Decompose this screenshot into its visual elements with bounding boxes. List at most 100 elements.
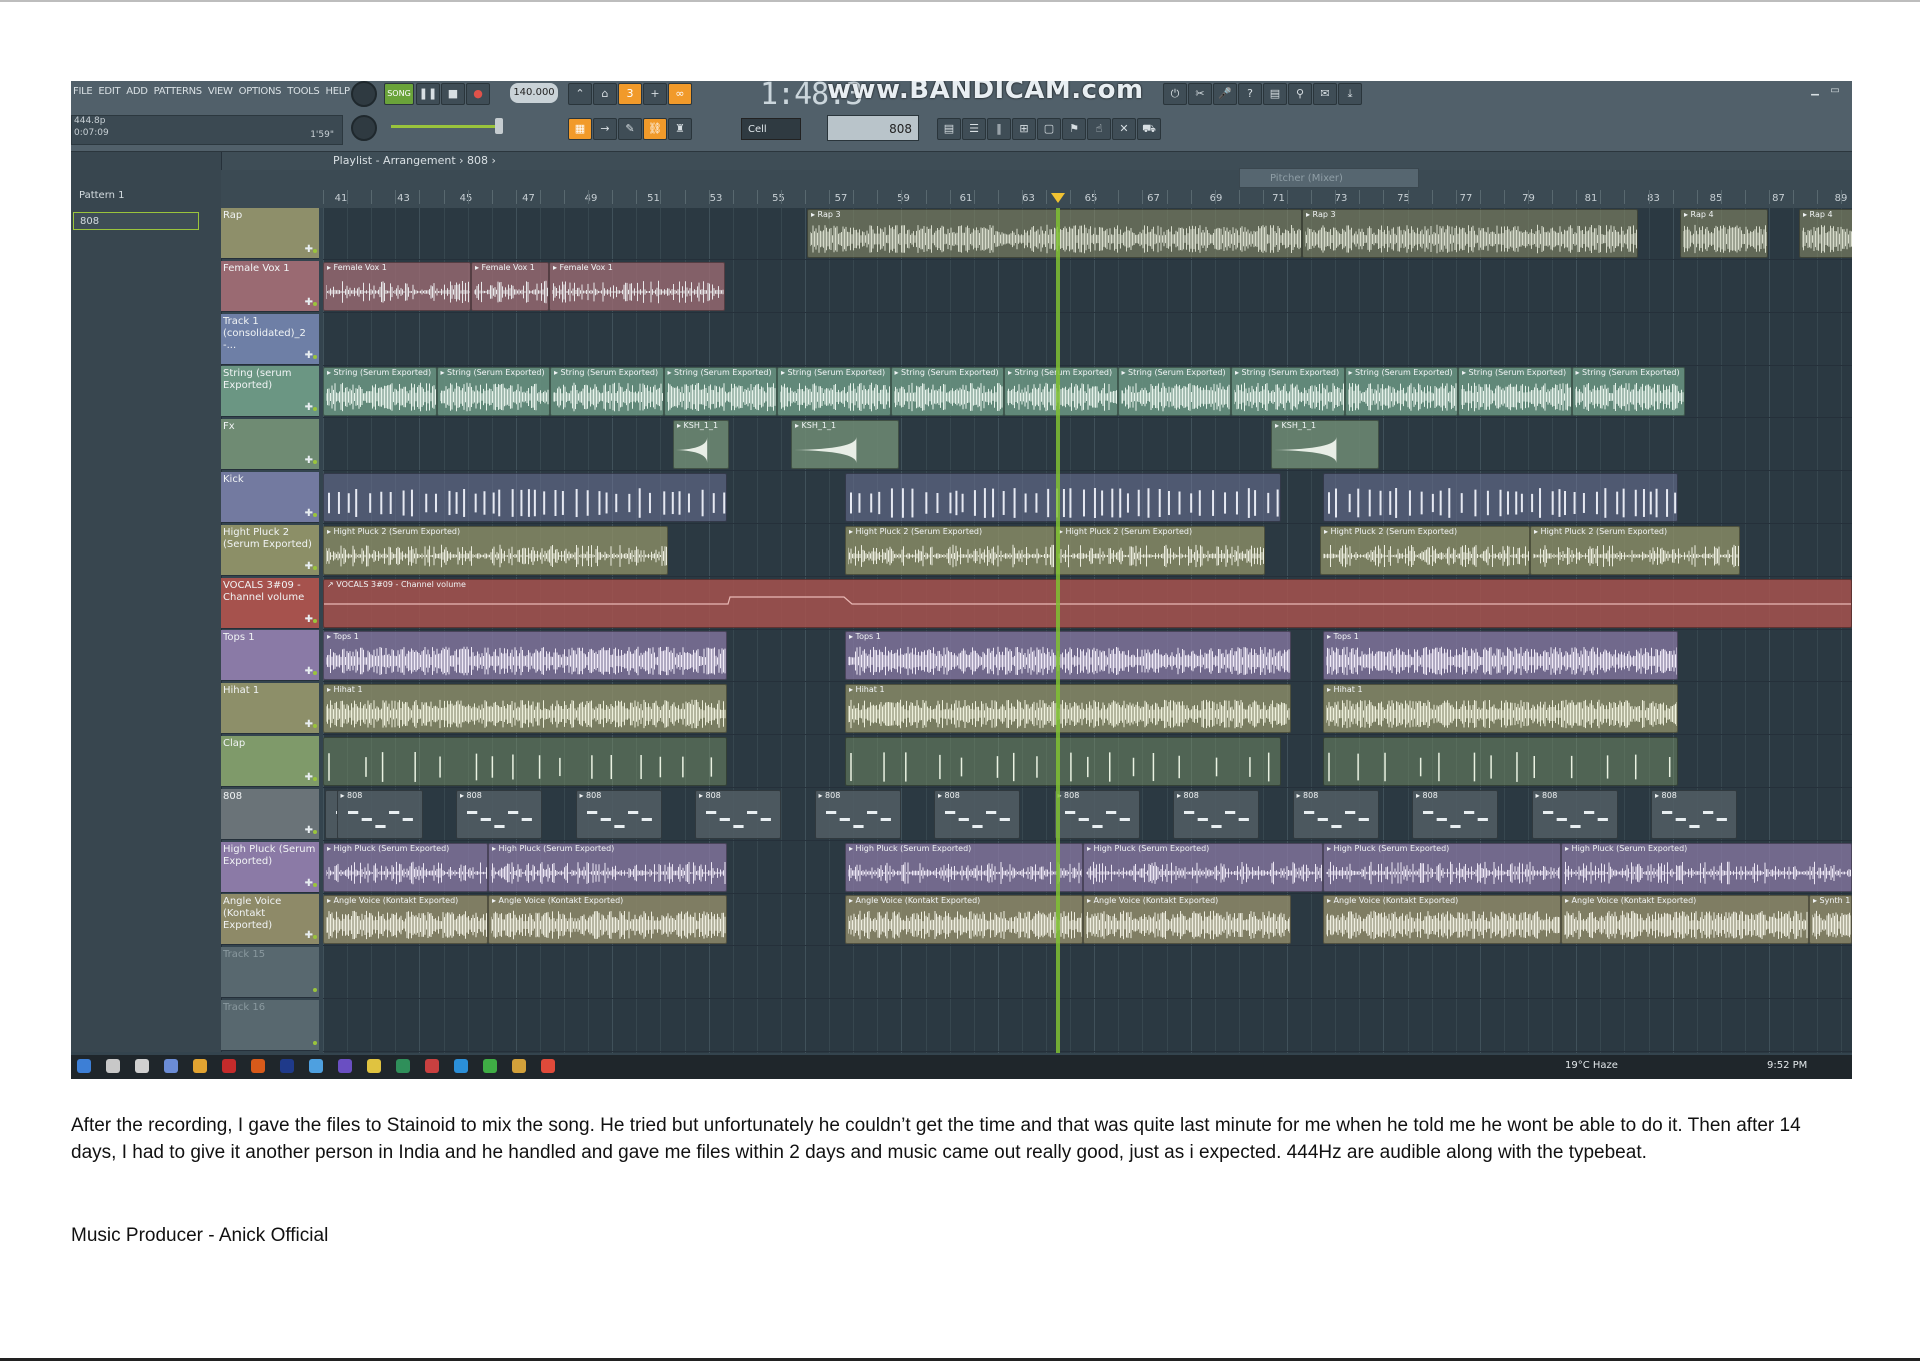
taskbar-app-icon[interactable] bbox=[483, 1059, 497, 1073]
playlist-clip[interactable]: ▸ KSH_1_1 bbox=[1271, 420, 1379, 470]
playlist-lane[interactable]: ▸ Hihat 1 ▸ Hihat 1 ▸ Hihat 1 bbox=[323, 683, 1852, 736]
taskbar-app-icon[interactable] bbox=[164, 1059, 178, 1073]
playlist-clip[interactable]: ▸ String (Serum Exported) bbox=[1458, 367, 1572, 417]
minimize-icon[interactable]: ▁ bbox=[1806, 85, 1824, 97]
playlist-clip[interactable]: ▸ Female Vox 1 bbox=[549, 261, 725, 311]
track-grip-icon[interactable]: ✚ bbox=[305, 614, 313, 625]
playlist-lane[interactable]: ▸ KSH_1_1 ▸ KSH_1_1 ▸ KSH_1_1 bbox=[323, 419, 1852, 472]
playlist-clip[interactable]: ▸ Hihat 1 bbox=[845, 684, 1291, 734]
play-button[interactable]: ❚❚ bbox=[416, 83, 440, 105]
playlist-clip[interactable]: ▸ 808 bbox=[575, 789, 662, 839]
taskbar-app-icon[interactable] bbox=[251, 1059, 265, 1073]
playlist-clip[interactable]: ▸ 808 bbox=[814, 789, 901, 839]
taskbar-app-icon[interactable] bbox=[338, 1059, 352, 1073]
playlist-clip[interactable]: ▸ 808 bbox=[1651, 789, 1737, 839]
playlist-clip[interactable]: ▸ 808 bbox=[934, 789, 1020, 839]
playlist-lane[interactable] bbox=[323, 736, 1852, 788]
plugin-icon[interactable]: ⚲ bbox=[1288, 83, 1312, 105]
maximize-icon[interactable]: ▭ bbox=[1826, 85, 1844, 97]
master-volume-knob[interactable] bbox=[351, 115, 377, 141]
tray-clock[interactable]: 9:52 PM bbox=[1767, 1060, 1807, 1071]
browser-icon[interactable]: ⊞ bbox=[1012, 118, 1036, 140]
track-mute-led[interactable] bbox=[313, 1041, 317, 1045]
mic-icon[interactable]: 🎤 bbox=[1213, 83, 1237, 105]
playlist-lane[interactable] bbox=[323, 947, 1852, 1000]
playlist-clip[interactable]: ▸ Female Vox 1 bbox=[323, 261, 471, 311]
menu-tools[interactable]: TOOLS bbox=[287, 81, 320, 103]
track-mute-led[interactable] bbox=[313, 618, 317, 623]
taskbar-app-icon[interactable] bbox=[135, 1059, 149, 1073]
playlist-clip[interactable]: ▸ 808 bbox=[1412, 789, 1498, 839]
mixer-icon[interactable]: ‖ bbox=[987, 118, 1011, 140]
playlist-clip[interactable]: ▸ Hihat 1 bbox=[1323, 684, 1678, 734]
weather-label[interactable]: 19°C Haze bbox=[1565, 1060, 1618, 1071]
track-header[interactable]: Female Vox 1 ✚ bbox=[221, 260, 319, 312]
playlist-lane[interactable]: ↗ VOCALS 3#09 - Channel volume bbox=[323, 578, 1852, 630]
playlist-clip[interactable]: ▸ String (Serum Exported) bbox=[1004, 367, 1118, 417]
taskbar-app-icon[interactable] bbox=[396, 1059, 410, 1073]
playlist-clip[interactable]: ▸ Hight Pluck 2 (Serum Exported) bbox=[845, 525, 1055, 575]
playlist-clip[interactable]: ▸ KSH_1_1 bbox=[673, 420, 729, 470]
playlist-clip[interactable]: ▸ High Pluck (Serum Exported) bbox=[323, 842, 488, 892]
draw-icon[interactable]: ✎ bbox=[618, 118, 642, 140]
wait-icon[interactable]: ⌂ bbox=[593, 83, 617, 105]
playlist-clip[interactable] bbox=[323, 473, 727, 522]
playlist-lane[interactable]: ▸ High Pluck (Serum Exported) ▸ High Pluc… bbox=[323, 842, 1852, 894]
playlist-clip[interactable]: ▸ Hihat 1 bbox=[323, 684, 727, 734]
playlist-clip[interactable]: ▸ 808 bbox=[456, 789, 542, 839]
track-header[interactable]: Rap ✚ bbox=[221, 208, 319, 259]
playlist-clip[interactable]: ▸ Angle Voice (Kontakt Exported) bbox=[488, 895, 727, 945]
blend-icon[interactable]: + bbox=[643, 83, 667, 105]
playlist-clip[interactable]: ▸ Hight Pluck 2 (Serum Exported) bbox=[323, 525, 668, 575]
record-arm-icon[interactable]: ✕ bbox=[1112, 118, 1136, 140]
playlist-clip[interactable]: ▸ String (Serum Exported) bbox=[1231, 367, 1345, 417]
track-grip-icon[interactable]: ✚ bbox=[305, 666, 313, 677]
taskbar-app-icon[interactable] bbox=[222, 1059, 236, 1073]
playlist-clip[interactable]: ▸ String (Serum Exported) bbox=[436, 367, 550, 417]
taskbar-app-icon[interactable] bbox=[309, 1059, 323, 1073]
playlist-clip[interactable]: ▸ High Pluck (Serum Exported) bbox=[1083, 842, 1323, 892]
pattern-selector[interactable]: 808 bbox=[827, 115, 919, 141]
playlist-clip[interactable]: ▸ String (Serum Exported) bbox=[890, 367, 1004, 417]
track-mute-led[interactable] bbox=[313, 301, 317, 306]
playhead-marker[interactable] bbox=[1051, 193, 1065, 203]
track-header[interactable]: Hight Pluck 2 (Serum Exported) ✚ bbox=[221, 524, 319, 576]
taskbar-app-icon[interactable] bbox=[367, 1059, 381, 1073]
track-header[interactable]: String (serum Exported) ✚ bbox=[221, 366, 319, 418]
track-mute-led[interactable] bbox=[313, 354, 317, 359]
playlist-clip[interactable]: ▸ 808 bbox=[1292, 789, 1379, 839]
playlist-clip[interactable]: ▸ 808 bbox=[1531, 789, 1618, 839]
master-volume-thumb[interactable] bbox=[495, 118, 503, 134]
track-grip-icon[interactable]: ✚ bbox=[305, 297, 313, 308]
link-icon[interactable]: ⛓ bbox=[643, 118, 667, 140]
master-volume-slider[interactable] bbox=[391, 125, 501, 128]
track-mute-led[interactable] bbox=[313, 407, 317, 412]
track-grip-icon[interactable]: ✚ bbox=[305, 508, 313, 519]
playlist-clip[interactable]: ▸ String (Serum Exported) bbox=[1344, 367, 1458, 417]
track-grip-icon[interactable]: ✚ bbox=[305, 402, 313, 413]
plugin-picker-icon[interactable]: ⚑ bbox=[1062, 118, 1086, 140]
track-mute-led[interactable] bbox=[313, 724, 317, 729]
master-pitch-knob[interactable] bbox=[351, 81, 377, 107]
taskbar-app-icon[interactable] bbox=[541, 1059, 555, 1073]
tools-icon[interactable]: ✂ bbox=[1188, 83, 1212, 105]
playlist-clip[interactable]: ▸ 808 bbox=[695, 789, 781, 839]
track-header[interactable]: Angle Voice (Kontakt Exported) ✚ bbox=[221, 894, 319, 946]
playlist-clip[interactable]: ▸ Angle Voice (Kontakt Exported) bbox=[1561, 895, 1809, 945]
song-mode-button[interactable]: SONG bbox=[384, 83, 414, 105]
track-mute-led[interactable] bbox=[313, 671, 317, 676]
track-mute-led[interactable] bbox=[313, 777, 317, 781]
track-header[interactable]: Hihat 1 ✚ bbox=[221, 683, 319, 735]
save-icon[interactable]: ▤ bbox=[1263, 83, 1287, 105]
playlist-lane[interactable]: ▸ Hight Pluck 2 (Serum Exported) ▸ Hight … bbox=[323, 525, 1852, 577]
track-mute-led[interactable] bbox=[313, 988, 317, 993]
playlist-clip[interactable]: ▸ Rap 3 bbox=[1302, 209, 1638, 258]
taskbar-app-icon[interactable] bbox=[512, 1059, 526, 1073]
stamp-icon[interactable]: ♜ bbox=[668, 118, 692, 140]
playlist-clip[interactable]: ▸ Rap 4 bbox=[1799, 209, 1852, 258]
playlist-icon[interactable]: ▤ bbox=[937, 118, 961, 140]
channel-rack-icon[interactable]: ☰ bbox=[962, 118, 986, 140]
menu-options[interactable]: OPTIONS bbox=[239, 81, 282, 103]
cart-icon[interactable]: ⛟ bbox=[1137, 118, 1161, 140]
playlist-lane[interactable]: ▸ Rap 3 ▸ Rap 3 ▸ Rap 4 ▸ Rap 4 bbox=[323, 208, 1852, 260]
